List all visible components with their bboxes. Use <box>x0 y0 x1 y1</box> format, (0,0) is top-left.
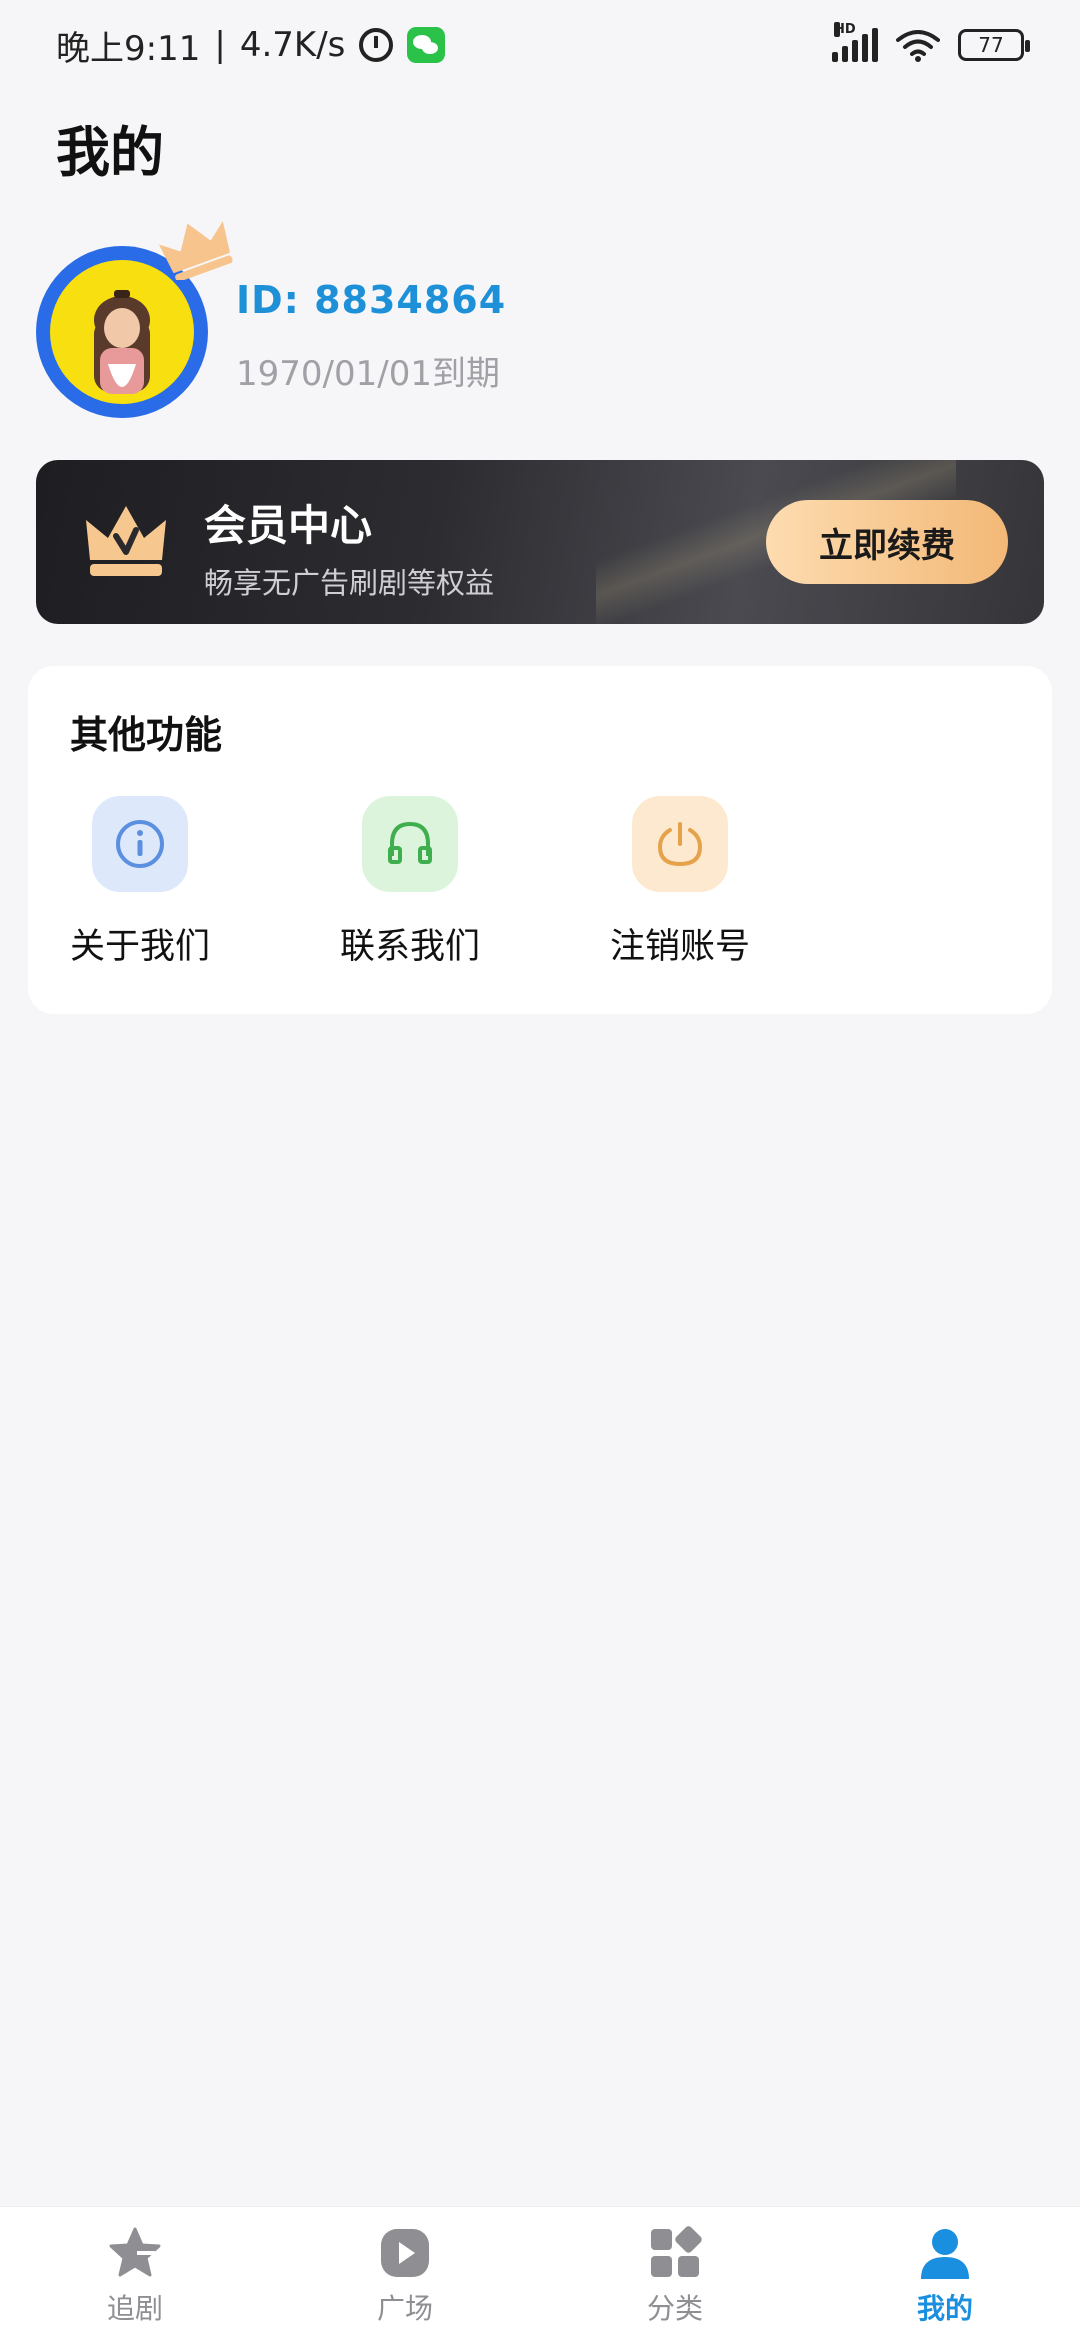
other-functions-card: 其他功能 关于我们 联系我们 注销账号 <box>28 666 1052 1014</box>
power-icon <box>632 796 728 892</box>
section-title: 其他功能 <box>70 713 223 757</box>
vip-center-banner[interactable]: 会员中心 畅享无广告刷剧等权益 立即续费 <box>36 460 1044 624</box>
nav-label-category: 分类 <box>646 2292 703 2325</box>
delete-account-label: 注销账号 <box>609 927 750 967</box>
nav-item-square[interactable]: 广场 <box>270 2207 540 2340</box>
nav-item-category[interactable]: 分类 <box>540 2207 810 2340</box>
user-id: ID: 8834864 <box>236 278 507 322</box>
status-right: HD 77 <box>832 22 1030 62</box>
about-us-label: 关于我们 <box>69 927 210 967</box>
star-icon <box>109 2227 161 2277</box>
nav-item-drama[interactable]: 追剧 <box>0 2207 270 2340</box>
status-speed: 4.7K/s <box>239 25 346 65</box>
network-type: HD <box>834 22 856 37</box>
about-us-item[interactable]: 关于我们 <box>42 796 242 986</box>
nav-label-mine: 我的 <box>916 2292 973 2325</box>
contact-us-label: 联系我们 <box>339 927 480 967</box>
bottom-nav: 追剧 广场 分类 我的 <box>0 2206 1080 2340</box>
delete-account-item[interactable]: 注销账号 <box>582 796 782 986</box>
status-left: 晚上9:11 | 4.7K/s <box>56 21 446 70</box>
vip-subtitle: 畅享无广告刷剧等权益 <box>204 566 495 600</box>
alarm-icon <box>359 28 394 62</box>
battery-level: 77 <box>978 33 1004 57</box>
nav-label-square: 广场 <box>376 2292 433 2325</box>
user-icon <box>921 2229 969 2279</box>
play-icon <box>381 2229 429 2277</box>
membership-expiry: 1970/01/01到期 <box>236 354 500 394</box>
status-time: 晚上9:11 <box>56 28 201 69</box>
status-bar: 晚上9:11 | 4.7K/s HD 77 <box>0 0 1080 90</box>
nav-label-drama: 追剧 <box>106 2292 163 2325</box>
signal-icon: HD <box>832 22 878 62</box>
wifi-icon <box>896 30 940 62</box>
info-icon <box>92 796 188 892</box>
wechat-icon <box>407 27 446 63</box>
battery-icon: 77 <box>958 29 1030 61</box>
crown-icon <box>86 506 166 576</box>
vip-crown-badge-icon <box>158 221 233 280</box>
category-icon <box>651 2226 702 2277</box>
contact-us-item[interactable]: 联系我们 <box>312 796 512 986</box>
status-separator: | <box>214 25 226 65</box>
vip-title: 会员中心 <box>204 501 373 550</box>
avatar-illustration <box>94 290 150 394</box>
headset-icon <box>362 796 458 892</box>
page-title: 我的 <box>56 121 164 184</box>
renew-button[interactable]: 立即续费 <box>766 500 1008 584</box>
nav-item-mine[interactable]: 我的 <box>810 2207 1080 2340</box>
